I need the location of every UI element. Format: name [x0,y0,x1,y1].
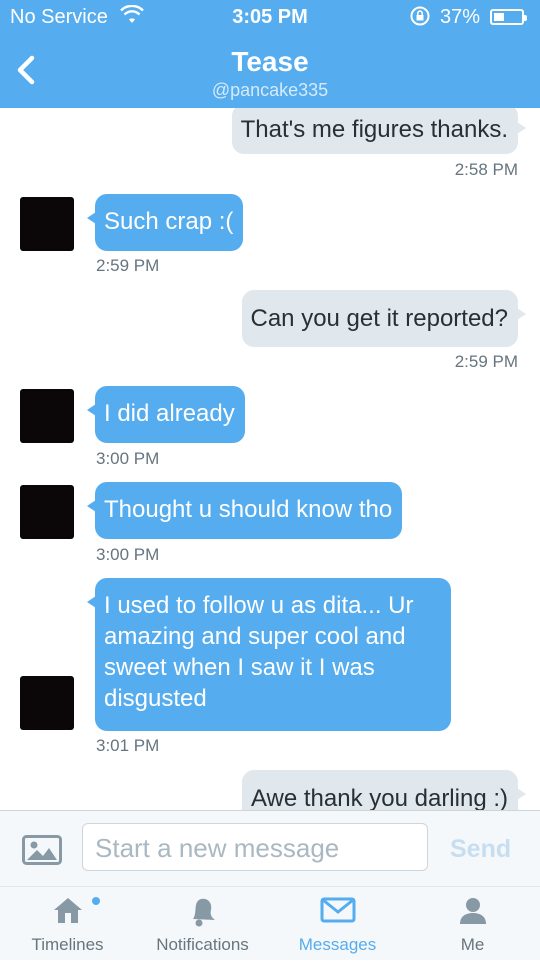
tab-messages[interactable]: Messages [270,887,405,961]
avatar[interactable] [20,197,74,251]
message-bubble-incoming[interactable]: Such crap :( [86,194,244,251]
message-timestamp: 3:00 PM [96,545,160,564]
tab-notifications[interactable]: Notifications [135,887,270,961]
send-button[interactable]: Send [450,835,511,864]
envelope-icon [320,895,356,928]
message-text: Such crap :( [104,208,234,235]
photo-icon [22,835,62,865]
message-timestamp: 2:58 PM [454,160,518,179]
message-text: Awe thank you darling :) [250,785,508,810]
message-bubble-outgoing[interactable]: Awe thank you darling :) [241,770,527,810]
compose-bar: Start a new message Send [0,810,540,886]
tab-label: Me [460,935,485,954]
conversation-title: Tease [231,46,309,77]
battery-icon [490,9,527,25]
message-timestamp: 3:01 PM [96,736,160,755]
message-thread[interactable]: That's me figures thanks. 2:58 PM Such c… [0,108,540,810]
message-timestamp: 3:00 PM [96,449,160,468]
message-bubble-incoming[interactable]: I used to follow u as dita... Ur amazing… [87,578,451,731]
message-timestamp: 2:59 PM [96,256,160,275]
home-icon [51,895,85,930]
tab-label: Notifications [156,935,249,954]
avatar[interactable] [20,676,74,730]
message-text: Can you get it reported? [250,305,509,332]
message-text: Thought u should know tho [104,496,393,523]
message-text: I did already [104,400,235,427]
rotation-lock-icon [409,5,431,33]
battery-percent: 37% [440,6,481,28]
message-bubble-outgoing[interactable]: That's me figures thanks. [231,108,527,154]
tab-timelines[interactable]: Timelines [0,887,135,961]
tab-label: Timelines [31,935,104,954]
tab-me[interactable]: Me [405,887,540,961]
message-input[interactable]: Start a new message [82,823,428,871]
status-bar: No Service 3:05 PM 37% [0,0,540,34]
message-bubble-incoming[interactable]: I did already [87,386,245,443]
message-bubble-outgoing[interactable]: Can you get it reported? [241,290,526,347]
avatar[interactable] [20,389,74,443]
person-icon [456,895,490,934]
message-text: That's me figures thanks. [240,116,508,143]
message-text: I used to follow u as dita... Ur amazing… [104,592,414,712]
top-bar: No Service 3:05 PM 37% Tease @pancake335 [0,0,540,108]
tab-bar: Timelines Notifications Messages Me [0,886,540,960]
add-photo-button[interactable] [22,835,62,865]
message-bubble-incoming[interactable]: Thought u should know tho [86,482,403,539]
tab-label: Messages [298,935,377,954]
bell-icon [186,895,220,934]
conversation-handle: @pancake335 [211,80,329,100]
unread-badge [92,897,100,905]
avatar[interactable] [20,485,74,539]
message-timestamp: 2:59 PM [454,352,518,371]
